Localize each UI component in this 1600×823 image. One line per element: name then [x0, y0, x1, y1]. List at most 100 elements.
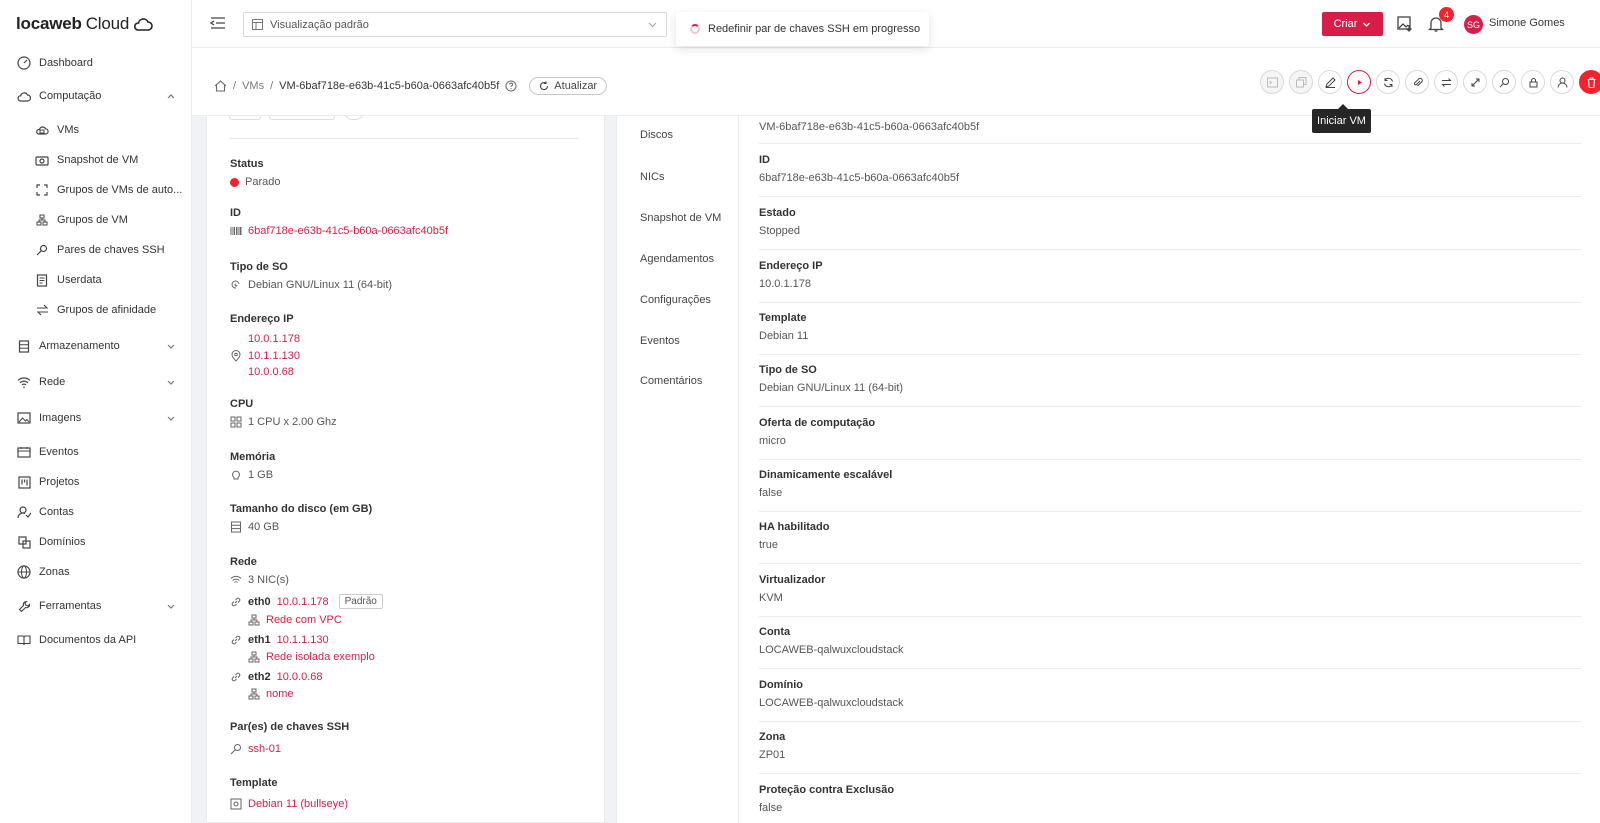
sidebar-item-projetos[interactable]: Projetos — [0, 467, 191, 497]
nic-ip-link[interactable]: 10.0.1.178 — [277, 596, 329, 608]
brand-logo[interactable]: locaweb Cloud — [16, 14, 153, 34]
image-icon — [16, 410, 32, 426]
network-link[interactable]: nome — [266, 688, 294, 700]
sidebar-item-afinidade[interactable]: Grupos de afinidade — [0, 295, 191, 325]
edit-button[interactable] — [1318, 70, 1342, 94]
delete-vm-button[interactable] — [1579, 70, 1600, 94]
default-tag: Padrão — [338, 594, 383, 609]
camera-icon — [34, 152, 50, 168]
copy-button[interactable] — [1289, 70, 1313, 94]
console-button[interactable] — [1260, 70, 1284, 94]
tab-snapshot[interactable]: Snapshot de VM — [640, 212, 721, 224]
menu-fold-icon[interactable] — [210, 15, 226, 31]
sidebar-item-computacao[interactable]: Computação — [0, 81, 191, 111]
copy-icon — [1295, 76, 1306, 87]
cloud-icon — [16, 88, 32, 104]
property-row: HA habilitado true — [759, 521, 1581, 564]
ip-link[interactable]: 10.1.1.130 — [248, 350, 300, 362]
home-icon[interactable] — [214, 80, 227, 92]
sidebar-item-rede[interactable]: Rede — [0, 367, 191, 397]
nic-network: nome — [248, 688, 383, 700]
cloud-logo-icon — [134, 18, 153, 31]
os-field: Tipo de SO Debian GNU/Linux 11 (64-bit) — [230, 261, 393, 291]
reset-ssh-key-button[interactable] — [1492, 70, 1516, 94]
ip-field: Endereço IP 10.0.1.178 10.1.1.130 10.0.0… — [230, 313, 300, 378]
vm-summary-card: Status Parado ID 6baf718e-e63b-41c5-b60a… — [206, 116, 605, 823]
sidebar-item-autoscale[interactable]: Grupos de VMs de auto... — [0, 175, 191, 205]
tab-agendamentos[interactable]: Agendamentos — [640, 253, 714, 265]
nic-network: Rede com VPC — [248, 614, 383, 626]
chevron-down-icon — [1363, 22, 1371, 27]
barcode-icon — [230, 227, 242, 235]
nic-ip-link[interactable]: 10.0.0.68 — [277, 671, 323, 683]
username[interactable]: Simone Gomes — [1489, 17, 1565, 29]
breadcrumb-vms[interactable]: VMs — [242, 80, 264, 92]
scale-button[interactable] — [1463, 70, 1487, 94]
sidebar-item-ssh-keys[interactable]: Pares de chaves SSH — [0, 235, 191, 265]
avatar[interactable]: SG — [1464, 15, 1483, 34]
sidebar-item-api-docs[interactable]: Documentos da API — [0, 625, 191, 655]
create-button[interactable]: Criar — [1322, 12, 1383, 36]
appstore-icon — [230, 416, 242, 428]
sidebar-item-dashboard[interactable]: Dashboard — [0, 48, 191, 78]
database-icon — [231, 521, 241, 533]
view-select[interactable]: Visualização padrão — [243, 12, 667, 37]
nic-ip-link[interactable]: 10.1.1.130 — [277, 634, 329, 646]
edit-icon — [1324, 76, 1336, 88]
sidebar-item-imagens[interactable]: Imagens — [0, 403, 191, 433]
sidebar-item-eventos[interactable]: Eventos — [0, 437, 191, 467]
sidebar-item-vms[interactable]: VMs — [0, 115, 191, 145]
user-icon — [1557, 77, 1567, 88]
sidebar-item-snapshot[interactable]: Snapshot de VM — [0, 145, 191, 175]
cluster-icon — [248, 688, 260, 700]
autoscale-icon — [34, 182, 50, 198]
reset-password-button[interactable] — [1521, 70, 1545, 94]
network-field: Rede 3 NIC(s) eth0 10.0.1.178 Padrão Red… — [230, 556, 383, 705]
chevron-down-icon — [167, 380, 175, 385]
tab-discos[interactable]: Discos — [640, 129, 673, 141]
sidebar-item-zonas[interactable]: Zonas — [0, 557, 191, 587]
sync-icon — [1383, 77, 1393, 87]
help-icon[interactable] — [505, 80, 517, 92]
chevron-down-icon — [167, 344, 175, 349]
loading-spinner-icon — [690, 24, 700, 34]
refresh-button[interactable]: Atualizar — [529, 77, 608, 95]
image-upload-icon[interactable] — [1396, 15, 1414, 33]
tab-comentarios[interactable]: Comentários — [640, 375, 702, 387]
tool-icon — [16, 598, 32, 614]
vm-id-link[interactable]: 6baf718e-e63b-41c5-b60a-0663afc40b5f — [248, 225, 448, 237]
sidebar-item-contas[interactable]: Contas — [0, 497, 191, 527]
network-link[interactable]: Rede isolada exemplo — [266, 651, 375, 663]
reboot-button[interactable] — [1376, 70, 1400, 94]
swap-icon — [34, 302, 50, 318]
property-row: Template Debian 11 — [759, 312, 1581, 355]
property-row: Proteção contra Exclusão false — [759, 784, 895, 814]
ip-link[interactable]: 10.0.0.68 — [248, 366, 294, 378]
bulb-icon — [232, 470, 240, 480]
notification-badge: 4 — [1439, 7, 1454, 22]
sidebar-item-armazenamento[interactable]: Armazenamento — [0, 331, 191, 361]
ssh-key-link[interactable]: ssh-01 — [248, 743, 281, 755]
network-link[interactable]: Rede com VPC — [266, 614, 342, 626]
card-top-stubs — [229, 116, 365, 120]
tab-eventos[interactable]: Eventos — [640, 335, 680, 347]
template-link[interactable]: Debian 11 (bullseye) — [248, 798, 348, 810]
sidebar-item-ferramentas[interactable]: Ferramentas — [0, 591, 191, 621]
sidebar-item-grupos-vm[interactable]: Grupos de VM — [0, 205, 191, 235]
migrate-button[interactable] — [1434, 70, 1458, 94]
ip-link[interactable]: 10.0.1.178 — [248, 333, 300, 345]
link-icon — [231, 672, 241, 682]
layout-icon — [252, 19, 263, 30]
calendar-icon — [16, 444, 32, 460]
id-field: ID 6baf718e-e63b-41c5-b60a-0663afc40b5f — [230, 207, 448, 237]
assign-user-button[interactable] — [1550, 70, 1574, 94]
wifi-icon — [16, 374, 32, 390]
nic-row: eth1 10.1.1.130 — [230, 634, 383, 646]
tab-configuracoes[interactable]: Configurações — [640, 294, 711, 306]
start-vm-button[interactable] — [1347, 70, 1371, 94]
tab-nics[interactable]: NICs — [640, 171, 664, 183]
sidebar-item-userdata[interactable]: Userdata — [0, 265, 191, 295]
link-icon — [231, 635, 241, 645]
attach-iso-button[interactable] — [1405, 70, 1429, 94]
sidebar-item-dominios[interactable]: Domínios — [0, 527, 191, 557]
